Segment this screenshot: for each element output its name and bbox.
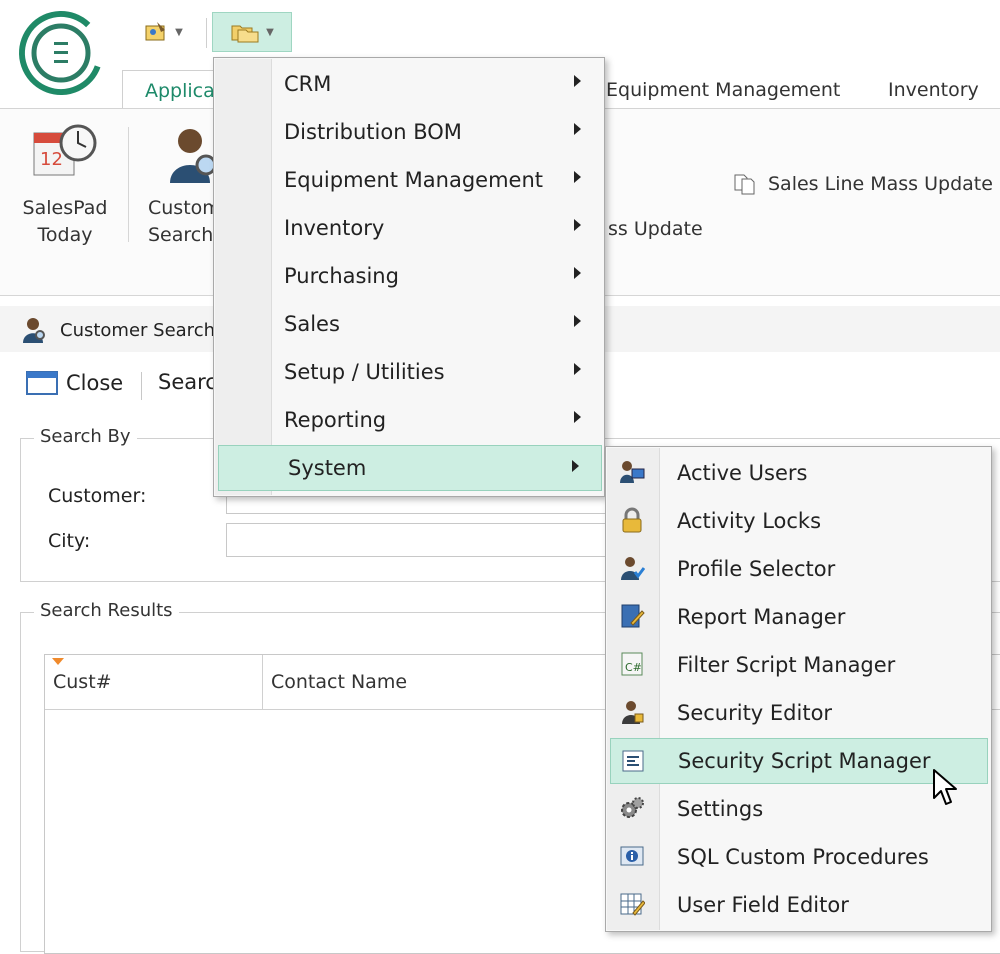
chevron-down-icon: ▼ (266, 26, 274, 38)
calendar-clock-icon: 12 (33, 124, 97, 176)
submenu-arrow-icon (574, 363, 581, 375)
security-user-icon (619, 699, 645, 725)
search-results-legend: Search Results (34, 600, 179, 621)
city-label: City: (48, 530, 91, 552)
submenu-arrow-icon (574, 219, 581, 231)
submenu-arrow-icon (574, 75, 581, 87)
submenu-arrow-icon (574, 315, 581, 327)
submenu-item-security-editor[interactable]: Security Editor (607, 690, 990, 736)
submenu-item-sql-custom-procedures[interactable]: SQL Custom Procedures (607, 834, 990, 880)
submenu-item-label: Active Users (677, 461, 808, 485)
city-input[interactable] (226, 523, 616, 557)
tab-inventory[interactable]: Inventory (888, 70, 979, 110)
submenu-item-profile-selector[interactable]: Profile Selector (607, 546, 990, 592)
search-label: Search (158, 370, 216, 394)
svg-text:C#: C# (625, 661, 642, 674)
submenu-arrow-icon (574, 267, 581, 279)
users-monitor-icon (619, 459, 645, 485)
submenu-item-label: Settings (677, 797, 764, 821)
salespad-today-button[interactable]: SalesPad Today (10, 195, 120, 249)
grid-edit-icon (619, 891, 645, 917)
folders-icon (231, 25, 259, 43)
customer-search-button[interactable]: Customer Search (138, 195, 218, 249)
submenu-arrow-icon (574, 123, 581, 135)
menu-item-distribution-bom[interactable]: Distribution BOM (215, 109, 603, 155)
toolbar-separator (141, 372, 142, 400)
info-panel-icon (619, 843, 645, 869)
chevron-down-icon: ▼ (175, 26, 183, 38)
ribbon-separator (128, 127, 129, 242)
lock-icon (619, 507, 645, 533)
submenu-item-user-field-editor[interactable]: User Field Editor (607, 882, 990, 928)
sales-line-mass-update-label: Sales Line Mass Update (768, 173, 993, 195)
submenu-item-label: Profile Selector (677, 557, 836, 581)
submenu-item-filter-script-manager[interactable]: C# Filter Script Manager (607, 642, 990, 688)
menu-item-label: System (288, 456, 367, 480)
submenu-item-label: User Field Editor (677, 893, 849, 917)
submenu-item-activity-locks[interactable]: Activity Locks (607, 498, 990, 544)
svg-text:12: 12 (40, 149, 63, 170)
column-header-cust[interactable]: Cust# (45, 655, 263, 709)
menu-item-equipment-management[interactable]: Equipment Management (215, 157, 603, 203)
menu-item-system[interactable]: System (218, 445, 602, 491)
menu-item-crm[interactable]: CRM (215, 61, 603, 107)
system-submenu: Active Users Activity Locks Profile Sele… (605, 446, 992, 932)
sort-indicator-icon (52, 658, 64, 665)
submenu-item-label: Filter Script Manager (677, 653, 896, 677)
sales-line-mass-update-button[interactable]: Sales Line Mass Update (732, 172, 993, 196)
applications-menu-button[interactable]: ▼ (212, 12, 292, 52)
menu-item-sales[interactable]: Sales (215, 301, 603, 347)
window-close-icon (26, 371, 58, 395)
mass-update-button[interactable]: ss Update (608, 218, 703, 240)
customer-search-icon (23, 318, 45, 343)
submenu-item-label: SQL Custom Procedures (677, 845, 929, 869)
copy-document-icon (734, 174, 755, 195)
submenu-arrow-icon (574, 171, 581, 183)
menu-item-label: Reporting (284, 408, 387, 432)
menu-item-label: Inventory (284, 216, 385, 240)
menu-item-setup-utilities[interactable]: Setup / Utilities (215, 349, 603, 395)
submenu-item-label: Security Script Manager (678, 749, 931, 773)
applications-dropdown-menu: CRM Distribution BOM Equipment Managemen… (213, 57, 605, 497)
menu-item-purchasing[interactable]: Purchasing (215, 253, 603, 299)
menu-item-label: CRM (284, 72, 332, 96)
customer-search-icon (170, 129, 217, 183)
document-tab-label: Customer Search (60, 319, 215, 341)
tab-applications[interactable]: Applications (122, 70, 214, 110)
search-button[interactable]: Search (150, 370, 216, 394)
close-label: Close (66, 371, 124, 395)
customer-label: Customer: (48, 485, 147, 507)
mouse-cursor-icon (933, 769, 957, 805)
menu-item-label: Distribution BOM (284, 120, 462, 144)
tab-equipment-management[interactable]: Equipment Management (606, 70, 840, 110)
csharp-script-icon: C# (619, 651, 645, 677)
gears-icon (619, 795, 645, 821)
report-icon (619, 603, 645, 629)
palette-icon (145, 22, 166, 41)
submenu-item-label: Security Editor (677, 701, 833, 725)
submenu-item-label: Report Manager (677, 605, 846, 629)
submenu-item-active-users[interactable]: Active Users (607, 450, 990, 496)
submenu-arrow-icon (574, 411, 581, 423)
submenu-arrow-icon (572, 460, 579, 472)
quick-access-settings-button[interactable]: ▼ (128, 12, 198, 52)
profile-icon (619, 555, 645, 581)
menu-item-label: Equipment Management (284, 168, 544, 192)
submenu-item-report-manager[interactable]: Report Manager (607, 594, 990, 640)
search-by-legend: Search By (34, 426, 137, 447)
submenu-item-label: Activity Locks (677, 509, 822, 533)
menu-item-inventory[interactable]: Inventory (215, 205, 603, 251)
menu-item-reporting[interactable]: Reporting (215, 397, 603, 443)
menu-item-label: Purchasing (284, 264, 399, 288)
close-button[interactable]: Close (26, 370, 123, 396)
menu-item-label: Sales (284, 312, 340, 336)
script-icon (620, 748, 646, 774)
menu-item-label: Setup / Utilities (284, 360, 445, 384)
document-tab-customer-search[interactable]: Customer Search (8, 308, 216, 352)
toolbar-separator (206, 18, 207, 48)
